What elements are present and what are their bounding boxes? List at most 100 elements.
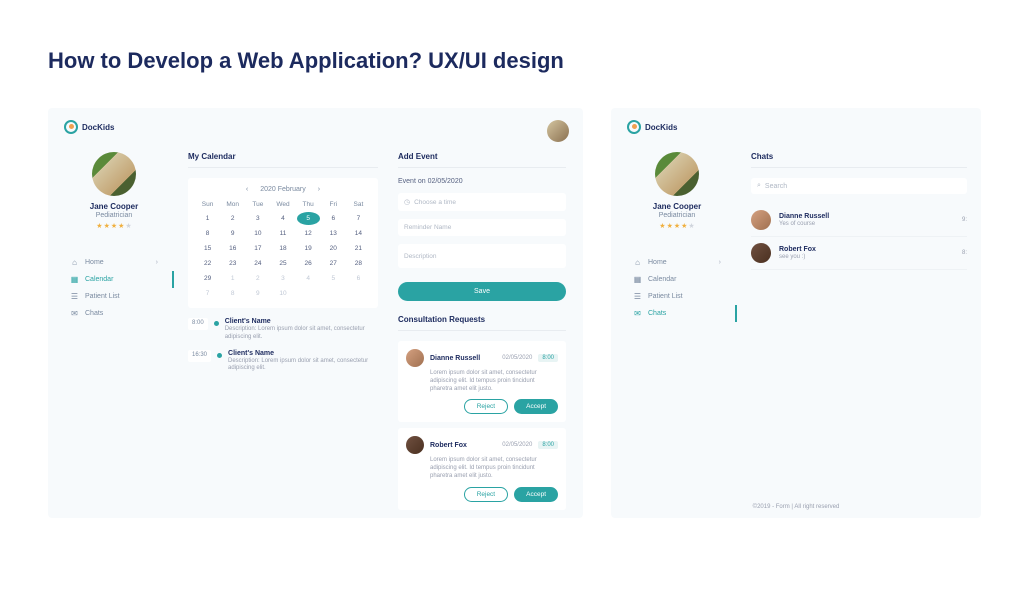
cal-day[interactable]: 7 [347,212,370,225]
nav-patients[interactable]: ☰Patient List [64,288,164,305]
cal-day[interactable]: 12 [297,227,320,240]
cal-day[interactable]: 16 [221,242,244,255]
appointment[interactable]: 8:00Client's NameDescription: Lorem ipsu… [188,318,378,342]
chevron-right-icon: › [719,259,721,266]
req-date: 02/05/2020 [502,355,532,361]
cal-day[interactable]: 3 [246,212,269,225]
logo-icon [627,120,641,134]
apt-desc: Description: Lorem ipsum dolor sit amet,… [228,358,378,374]
accept-button[interactable]: Accept [514,487,558,502]
cal-day-next[interactable]: 7 [196,287,219,300]
cal-day[interactable]: 24 [246,257,269,270]
cal-day[interactable]: 27 [322,257,345,270]
nav-home[interactable]: ⌂Home› [64,254,164,271]
req-name: Robert Fox [430,442,496,449]
cal-day[interactable]: 15 [196,242,219,255]
calendar-widget: ‹ 2020 February › SunMonTueWedThuFriSat1… [188,178,378,308]
cal-day[interactable]: 29 [196,272,219,285]
cal-day-next[interactable]: 6 [347,272,370,285]
cal-day-next[interactable]: 5 [322,272,345,285]
cal-day[interactable]: 9 [221,227,244,240]
cal-day[interactable]: 2 [221,212,244,225]
chat-name: Dianne Russell [779,213,954,220]
reject-button[interactable]: Reject [464,487,508,502]
cal-day[interactable]: 26 [297,257,320,270]
footer: ©2019 - Form | All right reserved [611,504,981,510]
request-card: Robert Fox02/05/20208:00Lorem ipsum dolo… [398,428,566,509]
list-icon: ☰ [70,292,79,301]
cal-day-next[interactable]: 1 [221,272,244,285]
requests-title: Consultation Requests [398,315,566,324]
cal-day[interactable]: 11 [271,227,294,240]
nav-chats[interactable]: ✉Chats [627,305,727,322]
logo-icon [64,120,78,134]
add-event-title: Add Event [398,152,566,161]
cal-day[interactable]: 6 [322,212,345,225]
chat-icon: ✉ [70,309,79,318]
appointment[interactable]: 16:30Client's NameDescription: Lorem ips… [188,350,378,374]
page-title: How to Develop a Web Application? UX/UI … [48,48,1024,74]
cal-day[interactable]: 4 [271,212,294,225]
cal-day[interactable]: 25 [271,257,294,270]
nav-calendar[interactable]: ▦Calendar [627,271,727,288]
brand-name: DocKids [82,123,114,132]
apt-time: 16:30 [188,350,211,362]
cal-day-next[interactable]: 2 [246,272,269,285]
cal-day[interactable]: 14 [347,227,370,240]
avatar-top[interactable] [547,120,569,142]
cal-day[interactable]: 13 [322,227,345,240]
user-name: Jane Cooper [627,202,727,211]
cal-day[interactable]: 28 [347,257,370,270]
chat-time: 8: [962,250,967,256]
cal-day[interactable]: 22 [196,257,219,270]
chat-item[interactable]: Robert Foxsee you :)8: [751,237,967,270]
request-card: Dianne Russell02/05/20208:00Lorem ipsum … [398,341,566,422]
search-icon: ⌕ [757,182,761,190]
cal-day[interactable]: 1 [196,212,219,225]
cal-dow: Tue [246,199,269,210]
user-avatar[interactable] [92,152,136,196]
cal-day[interactable]: 19 [297,242,320,255]
accept-button[interactable]: Accept [514,399,558,414]
save-button[interactable]: Save [398,282,566,301]
nav-chats[interactable]: ✉Chats [64,305,164,322]
chat-item[interactable]: Dianne RussellYes of course9: [751,204,967,237]
name-input[interactable]: Reminder Name [398,219,566,236]
rating-stars: ★★★★★ [627,222,727,230]
cal-day[interactable]: 23 [221,257,244,270]
req-date: 02/05/2020 [502,442,532,448]
cal-day-next[interactable]: 8 [221,287,244,300]
cal-day[interactable]: 20 [322,242,345,255]
cal-day-next[interactable]: 10 [271,287,294,300]
reject-button[interactable]: Reject [464,399,508,414]
avatar [406,349,424,367]
cal-day[interactable]: 10 [246,227,269,240]
next-month[interactable]: › [318,186,320,193]
cal-day-next[interactable]: 3 [271,272,294,285]
user-avatar[interactable] [655,152,699,196]
time-input[interactable]: ◷Choose a time [398,193,566,211]
cal-day[interactable]: 21 [347,242,370,255]
nav-home[interactable]: ⌂Home› [627,254,727,271]
cal-day[interactable]: 5 [297,212,320,225]
calendar-icon: ▦ [70,275,79,284]
chats-screen: DocKids Jane Cooper Pediatrician ★★★★★ ⌂… [611,108,981,518]
dot-icon [217,353,222,358]
search-input[interactable]: ⌕Search [751,178,967,194]
description-input[interactable]: Description [398,244,566,268]
cal-day[interactable]: 8 [196,227,219,240]
req-desc: Lorem ipsum dolor sit amet, consectetur … [430,370,558,393]
cal-day-next[interactable]: 9 [246,287,269,300]
nav-calendar[interactable]: ▦Calendar [64,271,164,288]
cal-dow: Wed [271,199,294,210]
prev-month[interactable]: ‹ [246,186,248,193]
cal-day-next[interactable]: 4 [297,272,320,285]
cal-day[interactable]: 18 [271,242,294,255]
brand-name: DocKids [645,123,677,132]
nav-patients[interactable]: ☰Patient List [627,288,727,305]
clock-icon: ◷ [404,198,410,206]
cal-day[interactable]: 17 [246,242,269,255]
user-role: Pediatrician [64,212,164,219]
chat-icon: ✉ [633,309,642,318]
user-role: Pediatrician [627,212,727,219]
